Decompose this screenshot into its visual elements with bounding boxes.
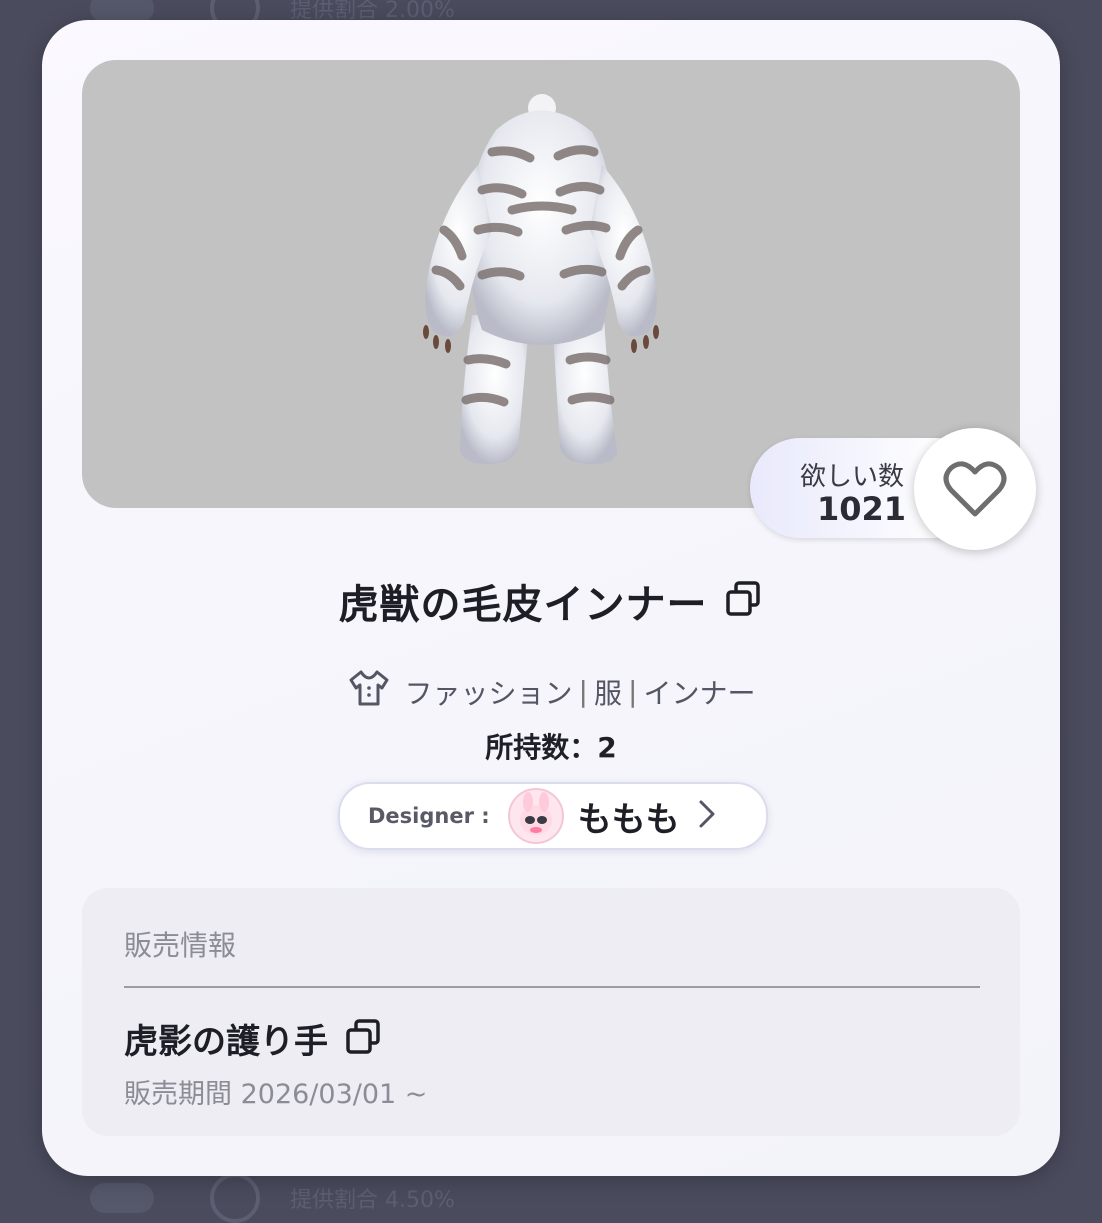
item-title-row: 虎獣の毛皮インナー — [42, 572, 1060, 630]
designer-label: Designer : — [368, 804, 490, 828]
designer-link[interactable]: Designer : ももも — [338, 782, 768, 850]
background-icon — [210, 1173, 260, 1223]
designer-avatar-image — [509, 790, 562, 842]
item-detail-modal: 欲しい数 1021 虎獣の毛皮インナー ファッション | 服 | インナー 所持… — [42, 20, 1060, 1176]
item-category: ファッション | 服 | インナー — [42, 668, 1060, 715]
shirt-icon — [347, 668, 391, 715]
item-title: 虎獣の毛皮インナー — [338, 582, 708, 628]
sales-info-section: 販売情報 虎影の護り手 販売期間 2026/03/01 ~ — [82, 888, 1020, 1136]
category-sub: 服 — [593, 676, 622, 710]
designer-name: ももも — [577, 799, 680, 840]
sales-period: 販売期間 2026/03/01 ~ — [124, 1079, 428, 1110]
heart-icon — [943, 461, 1007, 517]
wishlist-count: 1021 — [816, 490, 906, 528]
sales-info-heading: 販売情報 — [124, 929, 237, 962]
sales-item-name: 虎影の護り手 — [124, 1022, 328, 1062]
category-separator: | — [628, 675, 638, 708]
wishlist-label: 欲しい数 — [799, 462, 904, 492]
wishlist-heart-button[interactable] — [914, 428, 1036, 550]
background-list-row: 提供割合 4.50% — [90, 1173, 455, 1223]
divider — [124, 986, 980, 988]
avatar — [507, 788, 564, 844]
copy-sales-item-icon — [346, 1018, 380, 1054]
background-row-text: 提供割合 4.50% — [290, 1188, 455, 1213]
copy-icon[interactable] — [724, 579, 764, 623]
copy-title-icon — [725, 581, 760, 616]
owned-count: 所持数：2 — [485, 731, 617, 764]
category-type: インナー — [643, 676, 756, 710]
chevron-right-icon — [696, 797, 718, 835]
sales-item-row: 虎影の護り手 — [124, 1014, 384, 1063]
shirt-icon-graphic — [349, 670, 389, 706]
copy-icon[interactable] — [344, 1017, 384, 1061]
category-main: ファッション — [404, 676, 573, 710]
background-badge — [90, 1183, 154, 1213]
category-separator: | — [578, 675, 588, 708]
